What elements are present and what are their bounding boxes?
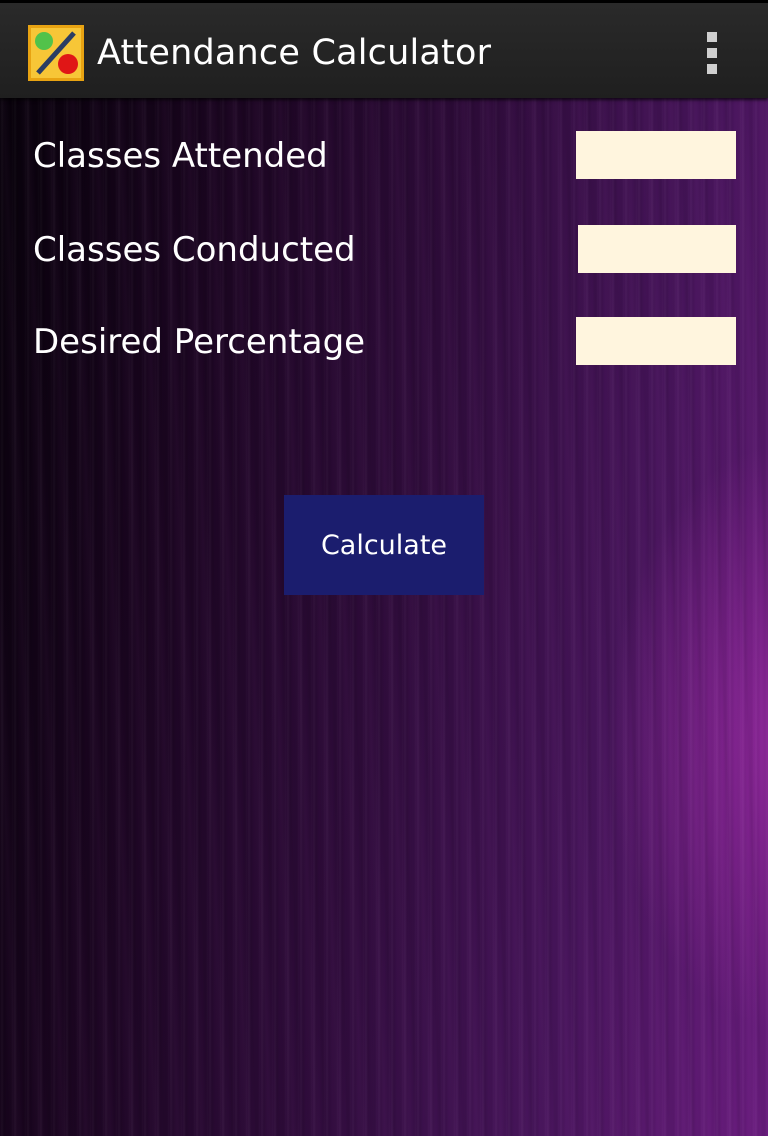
classes-attended-label: Classes Attended bbox=[33, 136, 328, 176]
app-title: Attendance Calculator bbox=[97, 33, 492, 73]
classes-attended-input[interactable] bbox=[576, 131, 736, 179]
overflow-menu-icon[interactable] bbox=[694, 27, 730, 79]
percent-app-icon[interactable] bbox=[28, 25, 84, 81]
action-bar: Attendance Calculator bbox=[0, 3, 768, 98]
calculate-button[interactable]: Calculate bbox=[284, 495, 484, 595]
desired-percentage-label: Desired Percentage bbox=[33, 322, 366, 362]
classes-conducted-label: Classes Conducted bbox=[33, 230, 356, 270]
main-content: Classes Attended Classes Conducted Desir… bbox=[0, 98, 768, 1136]
desired-percentage-input[interactable] bbox=[576, 317, 736, 365]
app-screen: Attendance Calculator Classes Attended C… bbox=[0, 0, 768, 1136]
classes-conducted-input[interactable] bbox=[578, 225, 736, 273]
